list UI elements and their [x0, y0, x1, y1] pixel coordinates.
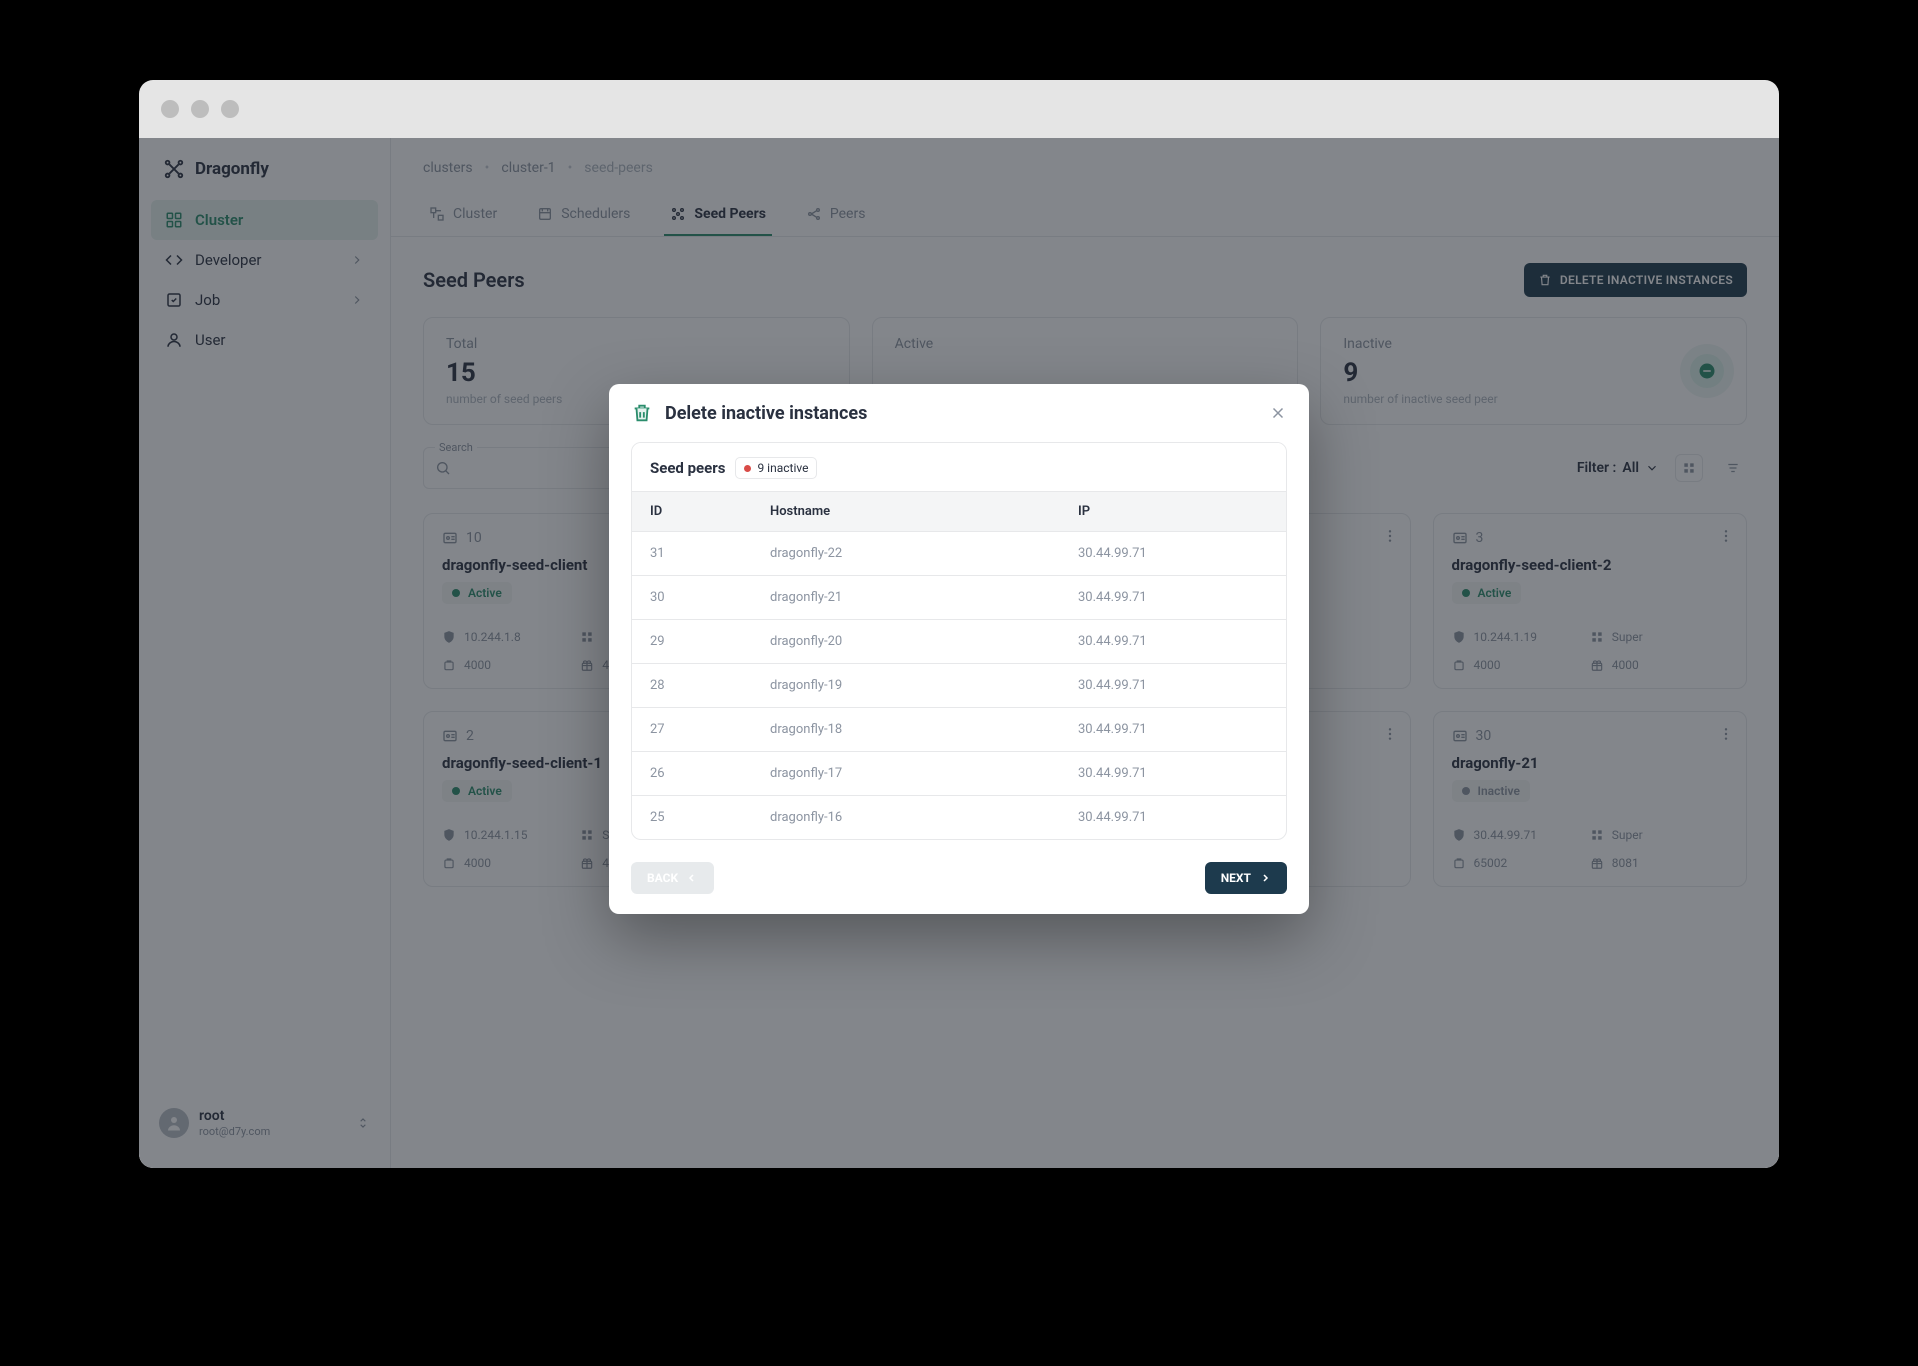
row-hostname: dragonfly-18: [770, 722, 1078, 737]
table-row[interactable]: 25 dragonfly-16 30.44.99.71: [632, 795, 1286, 839]
table-row[interactable]: 30 dragonfly-21 30.44.99.71: [632, 575, 1286, 619]
row-hostname: dragonfly-20: [770, 634, 1078, 649]
row-id: 28: [650, 678, 770, 693]
row-ip: 30.44.99.71: [1078, 810, 1268, 825]
row-id: 30: [650, 590, 770, 605]
row-id: 26: [650, 766, 770, 781]
table-body[interactable]: 31 dragonfly-22 30.44.99.71 30 dragonfly…: [632, 531, 1286, 839]
traffic-light-min[interactable]: [191, 100, 209, 118]
traffic-light-close[interactable]: [161, 100, 179, 118]
row-hostname: dragonfly-16: [770, 810, 1078, 825]
red-dot-icon: [744, 465, 751, 472]
modal-tab-title: Seed peers: [650, 459, 725, 477]
modal-table-card: Seed peers 9 inactive ID Hostname IP 31: [631, 442, 1287, 840]
modal-overlay[interactable]: Delete inactive instances Seed peers 9 i…: [139, 138, 1779, 1168]
trash-icon: [631, 402, 653, 424]
modal-tab: Seed peers 9 inactive: [632, 443, 1286, 492]
table-row[interactable]: 26 dragonfly-17 30.44.99.71: [632, 751, 1286, 795]
table-row[interactable]: 28 dragonfly-19 30.44.99.71: [632, 663, 1286, 707]
row-ip: 30.44.99.71: [1078, 766, 1268, 781]
delete-inactive-modal: Delete inactive instances Seed peers 9 i…: [609, 384, 1309, 914]
table-header: ID Hostname IP: [632, 492, 1286, 531]
row-ip: 30.44.99.71: [1078, 678, 1268, 693]
app-root: Dragonfly Cluster Developer Job: [139, 138, 1779, 1168]
inactive-count-text: 9 inactive: [757, 461, 808, 475]
row-hostname: dragonfly-21: [770, 590, 1078, 605]
table-row[interactable]: 29 dragonfly-20 30.44.99.71: [632, 619, 1286, 663]
browser-chrome: [139, 80, 1779, 138]
row-hostname: dragonfly-17: [770, 766, 1078, 781]
row-id: 25: [650, 810, 770, 825]
modal-header: Delete inactive instances: [609, 384, 1309, 442]
col-hostname: Hostname: [770, 504, 1078, 519]
back-button[interactable]: BACK: [631, 862, 714, 894]
modal-title: Delete inactive instances: [665, 403, 867, 424]
next-button[interactable]: NEXT: [1205, 862, 1287, 894]
modal-footer: BACK NEXT: [609, 846, 1309, 914]
row-hostname: dragonfly-22: [770, 546, 1078, 561]
row-id: 31: [650, 546, 770, 561]
col-id: ID: [650, 504, 770, 519]
row-ip: 30.44.99.71: [1078, 722, 1268, 737]
row-hostname: dragonfly-19: [770, 678, 1078, 693]
table-row[interactable]: 27 dragonfly-18 30.44.99.71: [632, 707, 1286, 751]
col-ip: IP: [1078, 504, 1268, 519]
row-id: 29: [650, 634, 770, 649]
modal-body: Seed peers 9 inactive ID Hostname IP 31: [609, 442, 1309, 846]
row-ip: 30.44.99.71: [1078, 546, 1268, 561]
row-ip: 30.44.99.71: [1078, 590, 1268, 605]
next-label: NEXT: [1221, 871, 1251, 885]
table-row[interactable]: 31 dragonfly-22 30.44.99.71: [632, 531, 1286, 575]
close-icon[interactable]: [1269, 404, 1287, 422]
row-ip: 30.44.99.71: [1078, 634, 1268, 649]
back-label: BACK: [647, 871, 678, 885]
traffic-light-max[interactable]: [221, 100, 239, 118]
inactive-count-chip: 9 inactive: [735, 457, 817, 479]
browser-frame: Dragonfly Cluster Developer Job: [139, 80, 1779, 1168]
row-id: 27: [650, 722, 770, 737]
